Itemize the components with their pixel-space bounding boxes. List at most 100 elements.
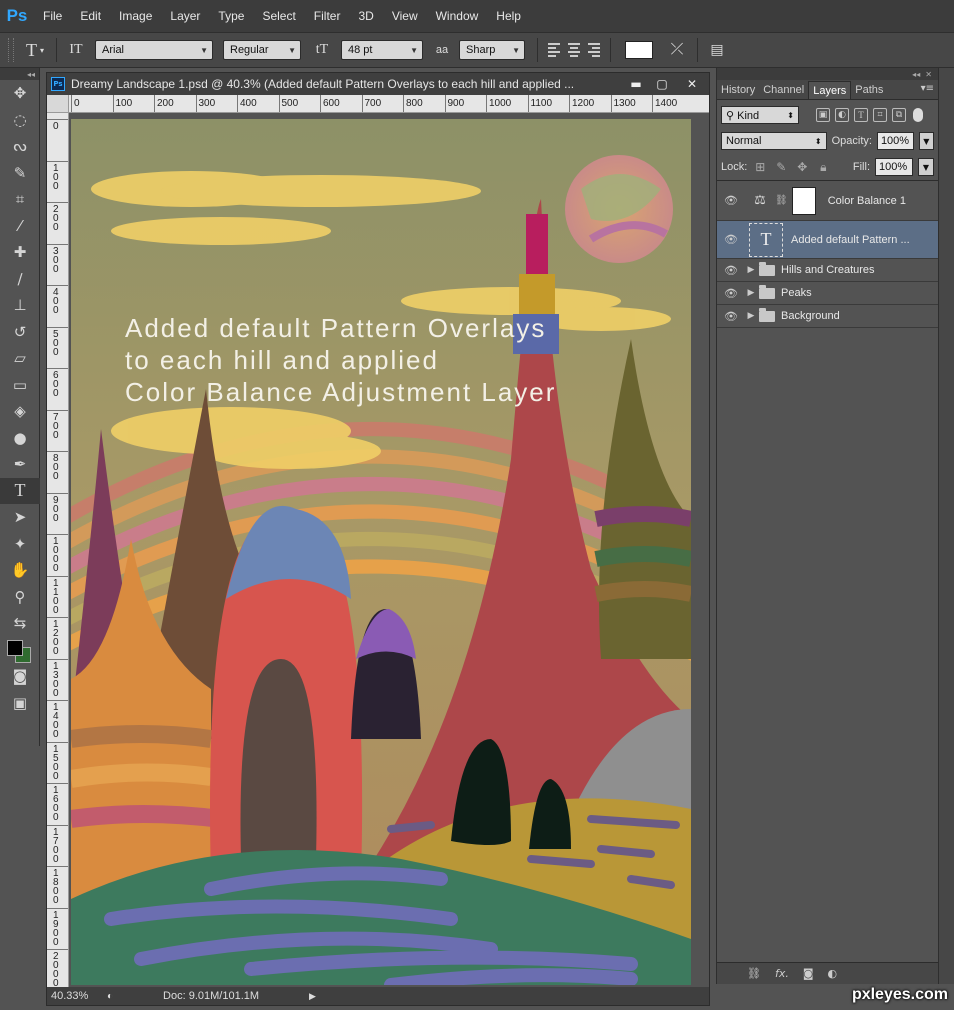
maximize-button[interactable]: ▢ [649,75,675,93]
filter-type-icon[interactable]: T [854,108,868,122]
blend-mode-select[interactable]: Normal ⬍ [721,132,827,150]
opacity-slider-button[interactable]: ▼ [918,132,934,150]
hand-icon[interactable]: ✋ [0,557,40,584]
visibility-eye-icon[interactable]: 👁︎ [717,264,745,277]
filter-pixel-icon[interactable]: ▣ [816,108,830,122]
canvas-text-line-2[interactable]: to each hill and applied [125,345,439,375]
link-icon[interactable]: ⛓ [747,967,761,980]
layer-name[interactable]: Color Balance 1 [828,195,906,207]
horizontal-ruler[interactable]: 0 100 200 300 400 500 600 700 800 900 1000 1100 1200… [69,95,709,113]
brush-icon[interactable]: ∕ [0,266,40,293]
history-brush-icon[interactable]: ↺ [0,319,40,346]
pen-icon[interactable]: ✒ [0,451,40,478]
menu-select[interactable]: Select [253,0,304,32]
layer-name[interactable]: Added default Pattern ... [791,234,910,246]
tab-paths[interactable]: Paths [851,81,887,99]
fill-slider-button[interactable]: ▼ [918,158,934,176]
warp-text-icon[interactable]: ⤫ [663,41,691,59]
status-arrow-icon[interactable]: ▶ [309,991,316,1002]
lock-all-icon[interactable]: 🔒︎ [815,160,831,175]
options-grip[interactable] [8,38,14,62]
font-style-select[interactable]: Regular ▼ [223,40,301,60]
align-center-button[interactable] [564,40,584,60]
panel-collapse-icon[interactable]: ◂◂ ✕ [717,68,938,80]
layer-color-balance[interactable]: 👁︎ ⚖ ⛓ Color Balance 1 [717,181,938,221]
mask-icon[interactable]: ◙ [803,967,814,980]
tab-layers[interactable]: Layers [808,81,852,99]
document-tab[interactable]: Ps Dreamy Landscape 1.psd @ 40.3% (Added… [47,73,709,95]
path-select-icon[interactable]: ➤ [0,504,40,531]
lock-transparent-icon[interactable]: ⊞ [752,160,768,174]
lock-position-icon[interactable]: ✥ [794,160,810,174]
menu-file[interactable]: File [34,0,71,32]
menu-type[interactable]: Type [209,0,253,32]
align-left-button[interactable] [544,40,564,60]
font-family-select[interactable]: Arial ▼ [95,40,213,60]
gradient-icon[interactable]: ▭ [0,372,40,399]
font-size-select[interactable]: 48 pt ▼ [341,40,423,60]
blur-icon[interactable]: ◈ [0,398,40,425]
vertical-ruler[interactable]: 0 100 200 300 400 500 600 700 800 900 1000 1100 1200… [47,113,69,987]
status-menu-icon[interactable]: ◐ [107,991,113,1002]
ruler-origin[interactable] [47,95,69,113]
lasso-icon[interactable]: ᔓ [0,133,40,160]
menu-view[interactable]: View [383,0,427,32]
fx-icon[interactable]: fx. [775,967,789,980]
type-icon[interactable]: T [0,477,40,504]
filter-smart-object-icon[interactable]: ⧉ [892,108,906,122]
dodge-icon[interactable]: ● [0,425,40,452]
layer-name[interactable]: Background [781,310,840,322]
filter-toggle-icon[interactable] [913,108,923,122]
align-right-button[interactable] [584,40,604,60]
crop-icon[interactable]: ⌗ [0,186,40,213]
canvas-text-line-1[interactable]: Added default Pattern Overlays [125,313,546,343]
menu-edit[interactable]: Edit [71,0,110,32]
shape-icon[interactable]: ✦ [0,531,40,558]
layer-mask-thumbnail[interactable] [791,186,816,215]
menu-window[interactable]: Window [427,0,488,32]
character-panel-icon[interactable]: ▤ [704,42,730,59]
layer-group-background[interactable]: 👁︎ ▶ Background [717,305,938,328]
marquee-icon[interactable]: ◌ [0,107,40,134]
expand-arrow-icon[interactable]: ▶ [745,288,757,298]
menu-filter[interactable]: Filter [305,0,350,32]
expand-arrow-icon[interactable]: ▶ [745,311,757,321]
canvas-area[interactable]: Added default Pattern Overlays to each h… [27,113,715,992]
quick-select-icon[interactable]: ✎ [0,160,40,187]
adjustment-icon[interactable]: ◐ [828,967,838,980]
tab-channels[interactable]: Channel [759,81,808,99]
zoom-level[interactable]: 40.33% [47,990,107,1002]
close-button[interactable]: ✕ [675,75,709,93]
menu-3d[interactable]: 3D [349,0,382,32]
layer-group-hills[interactable]: 👁︎ ▶ Hills and Creatures [717,259,938,282]
screen-mode-icon[interactable]: ▣ [0,690,40,717]
filter-adjustment-icon[interactable]: ◐ [835,108,849,122]
antialias-select[interactable]: Sharp ▼ [459,40,525,60]
visibility-eye-icon[interactable]: 👁︎ [717,287,745,300]
panel-menu-icon[interactable]: ▾≡ [921,83,934,94]
eyedropper-icon[interactable]: ⁄ [0,213,40,240]
color-swatches-icon[interactable] [0,637,40,664]
menu-layer[interactable]: Layer [161,0,209,32]
layer-name[interactable]: Peaks [781,287,812,299]
expand-arrow-icon[interactable]: ▶ [745,265,757,275]
minimize-button[interactable]: ▬ [623,75,649,93]
tool-preset-button[interactable]: T ▾ [20,40,50,61]
stamp-icon[interactable]: ⊥ [0,292,40,319]
canvas-text-line-3[interactable]: Color Balance Adjustment Layer [125,377,556,407]
fill-field[interactable]: 100% [875,158,913,176]
filter-shape-icon[interactable]: ⌗ [873,108,887,122]
layer-name[interactable]: Hills and Creatures [781,264,875,276]
opacity-field[interactable]: 100% [876,132,914,150]
canvas-image[interactable]: Added default Pattern Overlays to each h… [27,119,715,992]
layer-text-selected[interactable]: 👁︎ T Added default Pattern ... [717,221,938,259]
healing-icon[interactable]: ✚ [0,239,40,266]
menu-help[interactable]: Help [487,0,530,32]
visibility-eye-icon[interactable]: 👁︎ [717,310,745,323]
tab-history[interactable]: History [717,81,759,99]
swap-colors-icon[interactable]: ⇆ [0,610,40,637]
foreground-color-icon[interactable] [7,639,23,656]
text-orientation-icon[interactable]: IT [63,42,89,58]
lock-pixels-icon[interactable]: ✎ [773,160,789,174]
zoom-icon[interactable]: ⚲ [0,584,40,611]
